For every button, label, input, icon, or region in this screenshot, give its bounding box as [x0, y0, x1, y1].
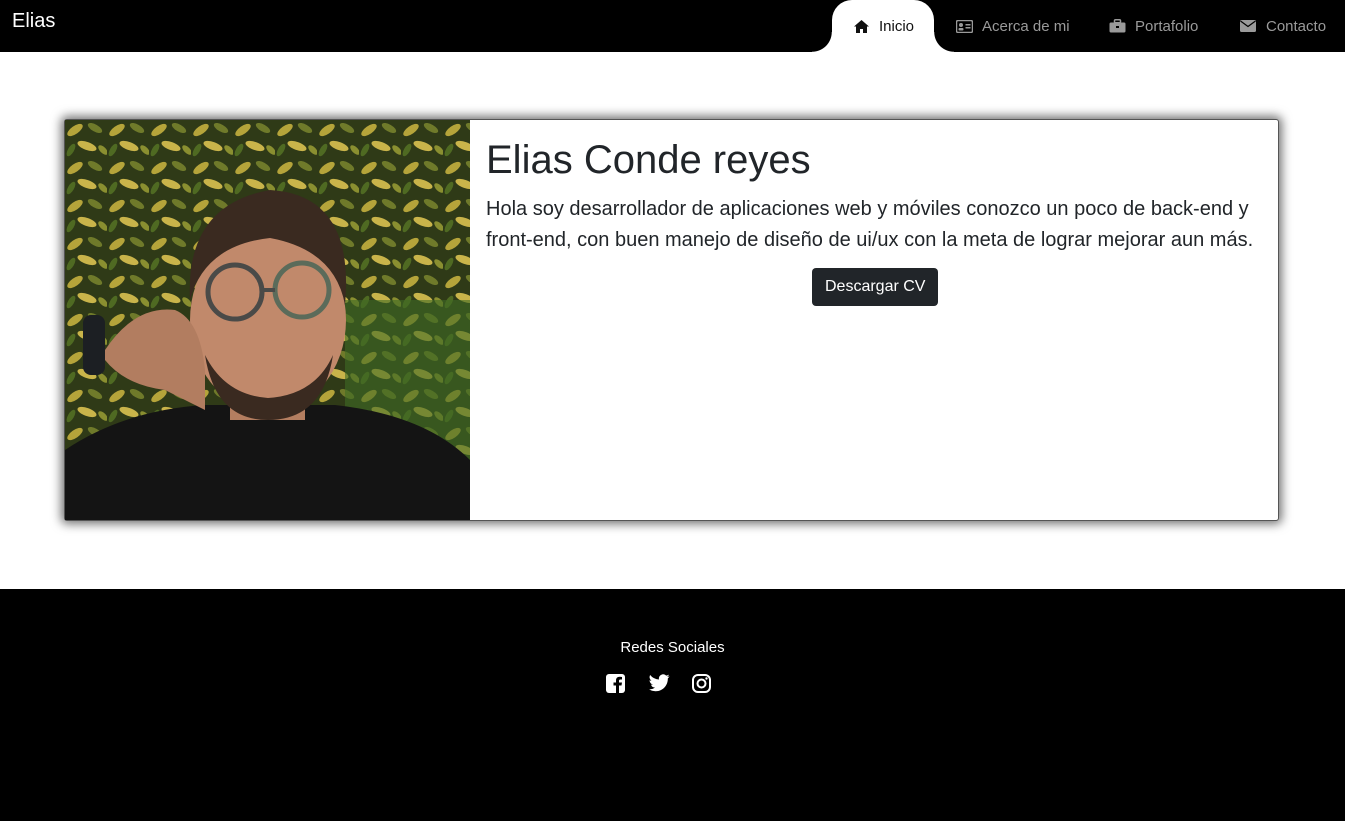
- nav-item-label: Inicio: [879, 17, 915, 35]
- profile-photo: [65, 120, 470, 520]
- briefcase-icon: [1108, 18, 1126, 34]
- nav-item-label: Contacto: [1266, 17, 1327, 35]
- nav-item-acerca[interactable]: Acerca de mi: [955, 0, 1070, 52]
- profile-body: Elias Conde reyes Hola soy desarrollador…: [486, 136, 1266, 256]
- navbar: Elias Inicio Acerca de mi Portafolio Con…: [0, 0, 1345, 52]
- nav-item-inicio[interactable]: Inicio: [811, 0, 955, 52]
- facebook-icon[interactable]: [606, 674, 627, 695]
- profile-card: Elias Conde reyes Hola soy desarrollador…: [64, 119, 1279, 521]
- instagram-icon[interactable]: [692, 674, 713, 695]
- profile-bio: Hola soy desarrollador de aplicaciones w…: [486, 198, 1254, 251]
- envelope-icon: [1239, 18, 1257, 34]
- id-card-icon: [955, 18, 973, 34]
- footer: Redes Sociales: [0, 589, 1345, 821]
- download-cv-button[interactable]: Descargar CV: [812, 268, 939, 306]
- home-icon: [852, 18, 870, 34]
- twitter-icon[interactable]: [649, 674, 670, 695]
- profile-name: Elias Conde reyes: [486, 138, 811, 182]
- nav-item-portafolio[interactable]: Portafolio: [1108, 0, 1198, 52]
- nav-item-label: Acerca de mi: [982, 17, 1070, 35]
- nav-item-label: Portafolio: [1135, 17, 1199, 35]
- social-links: [606, 674, 713, 695]
- nav-item-contacto[interactable]: Contacto: [1239, 0, 1326, 52]
- footer-title: Redes Sociales: [620, 639, 725, 656]
- brand-link[interactable]: Elias: [12, 10, 55, 33]
